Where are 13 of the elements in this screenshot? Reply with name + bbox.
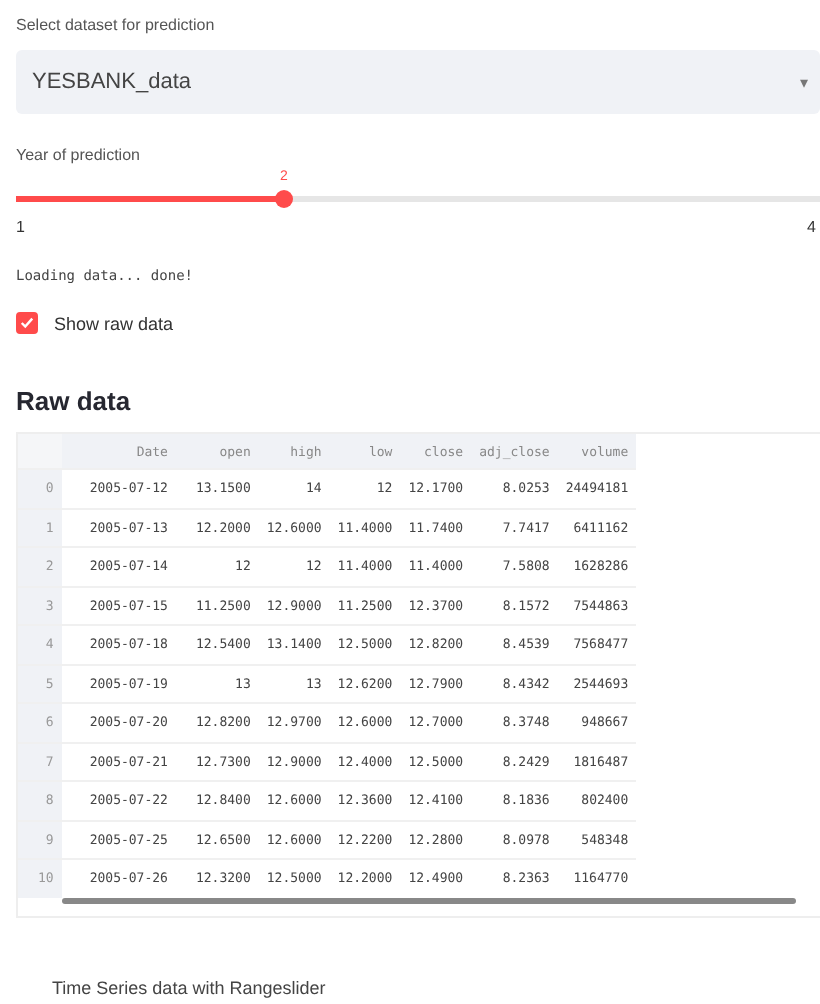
slider-thumb[interactable] [274,190,293,208]
scrollbar[interactable] [62,897,796,903]
slider-label: Year of prediction [16,146,142,164]
chart-title: Time Series data with Rangeslider [52,977,328,997]
dataset-select[interactable]: YESBANK_data ▾ [16,50,820,114]
checkbox[interactable] [16,312,38,334]
slider-track[interactable] [16,196,820,202]
slider-max: 4 [807,218,816,236]
section-heading: Raw data [16,386,133,416]
checkbox-label: Show raw data [54,313,174,333]
slider-min: 1 [16,218,25,236]
caret-icon: ▾ [800,73,808,91]
select-label: Select dataset for prediction [16,16,217,34]
